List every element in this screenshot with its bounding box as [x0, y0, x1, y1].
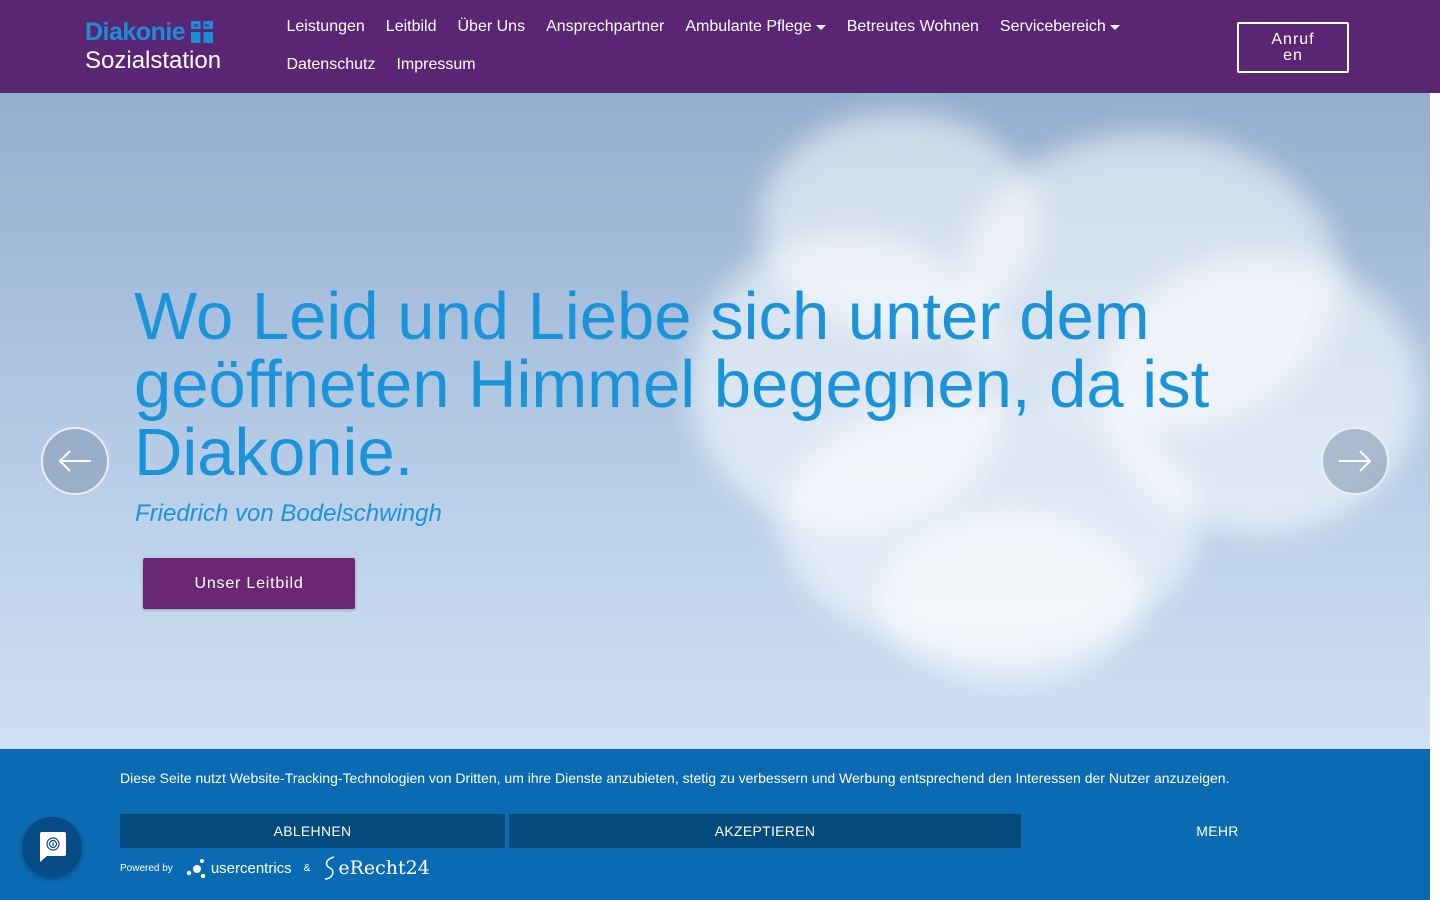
logo-wordmark: Diakonie [85, 18, 186, 46]
erecht24-wordmark: eRecht24 [338, 857, 430, 879]
nav-label: Leistungen [286, 18, 365, 35]
nav-item-ansprechpartner[interactable]: Ansprechpartner [536, 15, 675, 39]
accept-button[interactable]: AKZEPTIEREN [509, 814, 1021, 848]
nav-label: Servicebereich [999, 18, 1106, 35]
arrow-left-icon [58, 450, 91, 472]
more-button[interactable]: MEHR [1025, 814, 1410, 848]
nav-row-2: Datenschutz Impressum [276, 39, 1176, 77]
erecht24-swirl-icon [325, 856, 335, 880]
nav-item-leitbild[interactable]: Leitbild [375, 15, 447, 39]
decline-button[interactable]: ABLEHNEN [120, 814, 505, 848]
diakonie-logo[interactable]: Diakonie Sozialstation [85, 19, 221, 76]
hero-slider: Wo Leid und Liebe sich unter dem geöffne… [0, 93, 1430, 750]
arrow-right-icon [1339, 450, 1372, 472]
call-button-label: Anrufen [1271, 30, 1315, 64]
diakonie-cross-icon [191, 21, 214, 43]
nav-item-ueber-uns[interactable]: Über Uns [447, 15, 536, 39]
scrollbar-top [1430, 0, 1440, 93]
caret-down-icon [815, 24, 826, 30]
cookie-notice-text: Diese Seite nutzt Website-Tracking-Techn… [120, 770, 1230, 786]
hero-quote: Wo Leid und Liebe sich unter dem geöffne… [134, 279, 1210, 490]
nav-item-servicebereich[interactable]: Servicebereich [989, 15, 1130, 39]
nav-item-datenschutz[interactable]: Datenschutz [276, 53, 386, 77]
call-button[interactable]: Anrufen [1237, 22, 1349, 73]
slider-next-button[interactable] [1321, 427, 1389, 495]
erecht24-logo[interactable]: eRecht24 [322, 855, 430, 881]
slider-prev-button[interactable] [41, 427, 109, 495]
nav-item-betreutes-wohnen[interactable]: Betreutes Wohnen [836, 15, 989, 39]
usercentrics-wordmark: usercentrics [210, 859, 292, 877]
nav-item-leistungen[interactable]: Leistungen [276, 15, 375, 39]
cloud-shape [880, 513, 1140, 683]
site-header: Diakonie Sozialstation Leistungen Leitbi… [0, 0, 1440, 93]
ampersand: & [303, 862, 311, 874]
fingerprint-chat-icon [40, 832, 66, 862]
nav-label: Betreutes Wohnen [846, 18, 979, 35]
nav-row-1: Leistungen Leitbild Über Uns Ansprechpar… [276, 0, 1176, 39]
usercentrics-logo[interactable]: usercentrics [185, 857, 292, 879]
privacy-settings-button[interactable] [22, 817, 82, 877]
usercentrics-dots-icon [186, 859, 206, 879]
logo-subtitle: Sozialstation [85, 47, 222, 74]
cookie-banner: Diese Seite nutzt Website-Tracking-Techn… [0, 749, 1430, 900]
nav-label: Impressum [396, 56, 476, 73]
nav-label: Ambulante Pflege [685, 18, 812, 35]
unser-leitbild-button[interactable]: Unser Leitbild [143, 558, 355, 609]
nav-label: Leitbild [385, 18, 437, 35]
powered-by: Powered by usercentrics & eRecht24 [120, 855, 430, 881]
nav-label: Ansprechpartner [546, 18, 665, 35]
powered-by-label: Powered by [120, 862, 173, 874]
nav-item-ambulante-pflege[interactable]: Ambulante Pflege [675, 15, 836, 39]
main-navigation: Leistungen Leitbild Über Uns Ansprechpar… [276, 0, 1176, 77]
nav-label: Über Uns [457, 18, 526, 35]
hero-quote-author: Friedrich von Bodelschwingh [135, 500, 442, 527]
caret-down-icon [1109, 24, 1120, 30]
page-gutter [1430, 93, 1440, 900]
nav-item-impressum[interactable]: Impressum [386, 53, 486, 77]
nav-label: Datenschutz [286, 56, 376, 73]
